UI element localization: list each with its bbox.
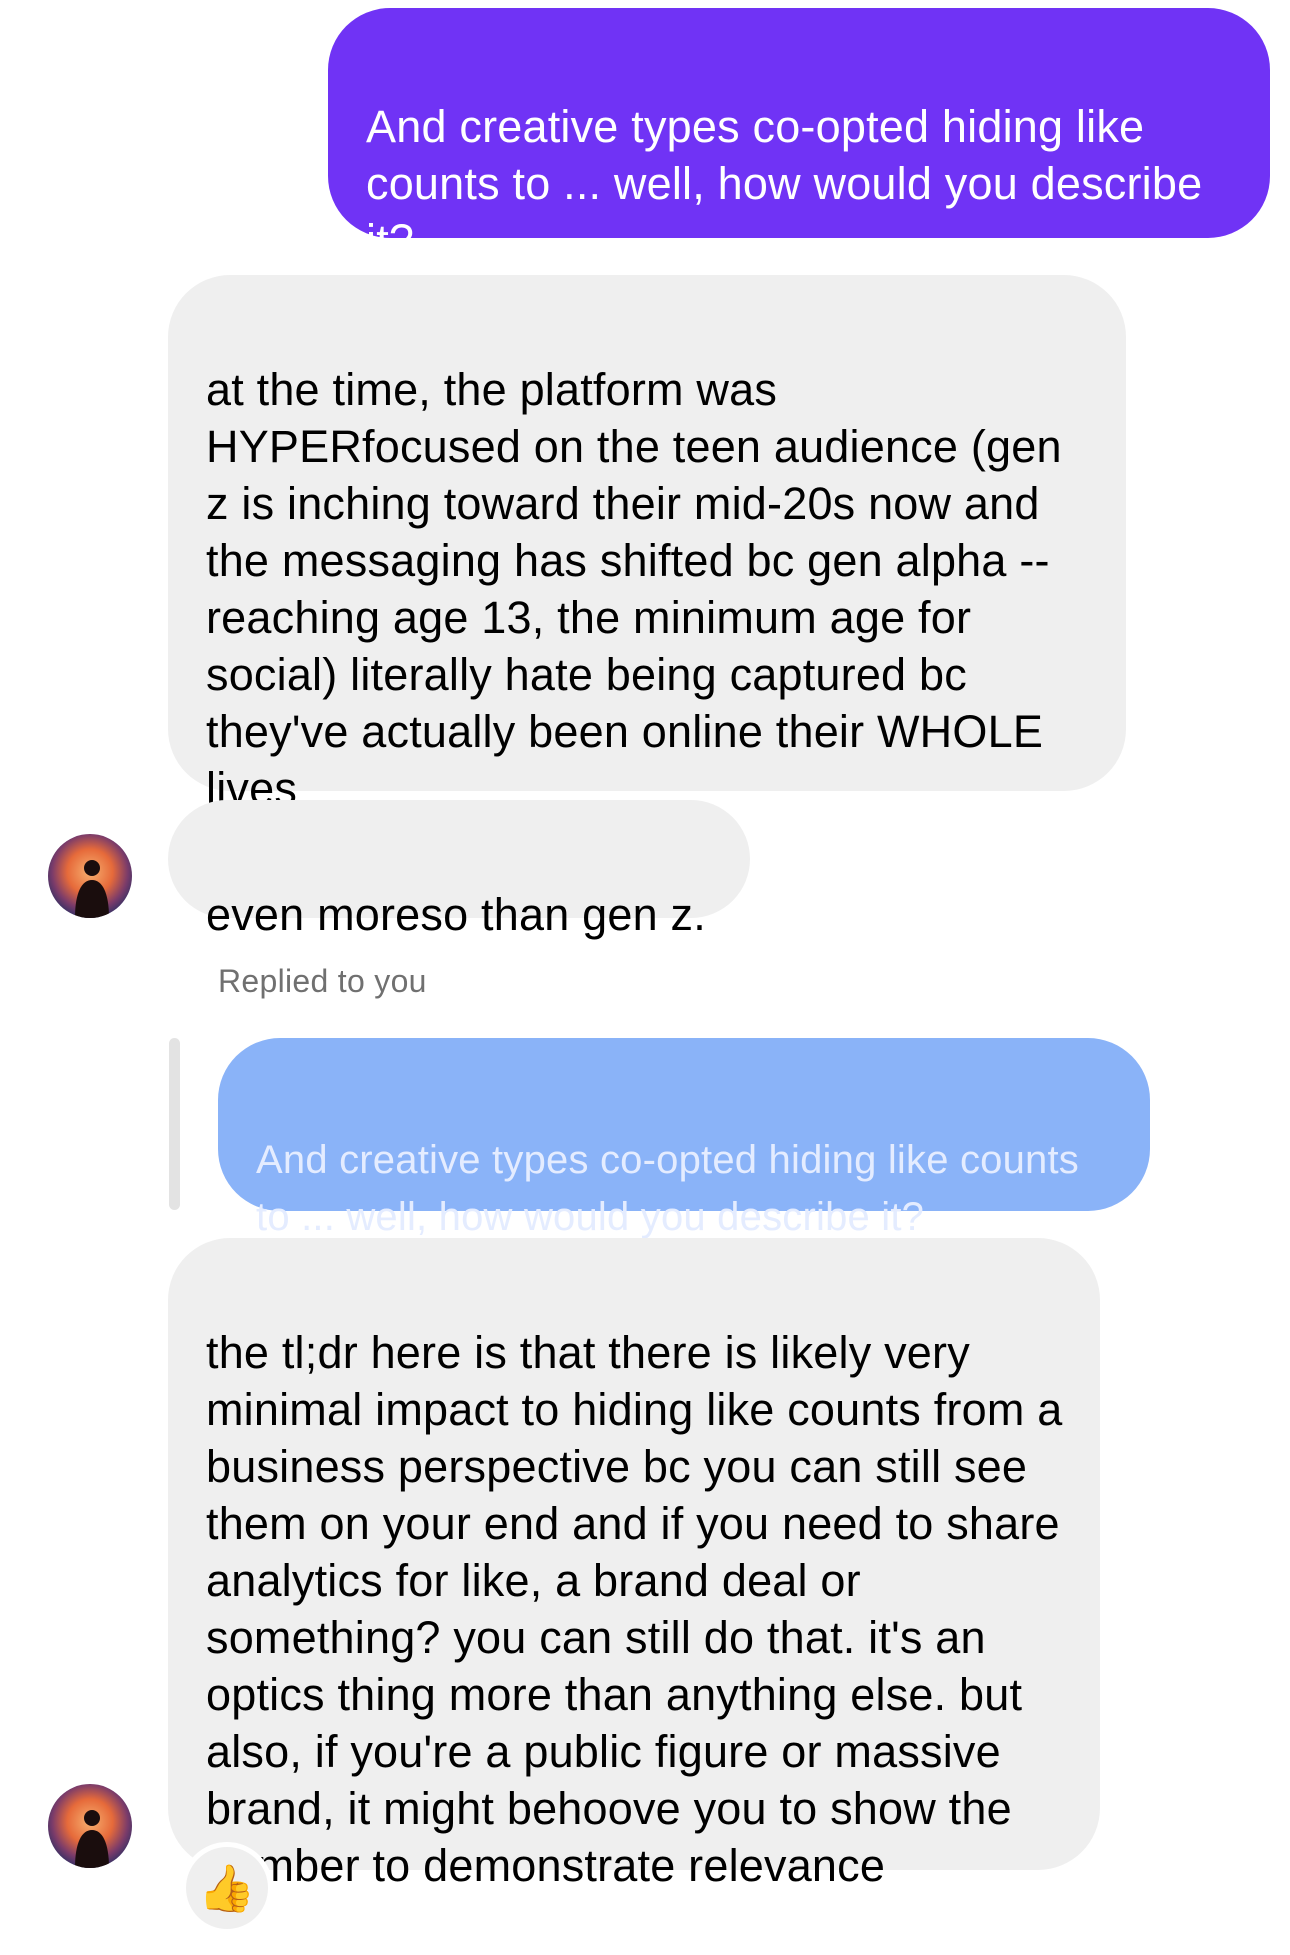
reaction-badge[interactable]: 👍 [181, 1842, 273, 1934]
received-message-bubble[interactable]: the tl;dr here is that there is likely v… [168, 1238, 1100, 1891]
quoted-message-bubble[interactable]: And creative types co-opted hiding like … [218, 1038, 1150, 1239]
quoted-message-text: And creative types co-opted hiding like … [256, 1138, 1080, 1239]
sent-message-bubble[interactable]: And creative types co-opted hiding like … [328, 8, 1270, 266]
reply-indicator-bar [169, 1038, 180, 1210]
received-message-text: the tl;dr here is that there is likely v… [206, 1327, 1063, 1891]
sender-avatar[interactable] [48, 1784, 132, 1868]
user-avatar-icon [48, 1784, 132, 1868]
user-avatar-icon [48, 834, 132, 918]
sender-avatar[interactable] [48, 834, 132, 918]
sent-message-text: And creative types co-opted hiding like … [366, 101, 1203, 266]
received-message-text: at the time, the platform was HYPERfocus… [206, 364, 1062, 814]
received-message-bubble[interactable]: at the time, the platform was HYPERfocus… [168, 275, 1126, 814]
thumbs-up-icon: 👍 [198, 1860, 256, 1915]
replied-to-you-label: Replied to you [218, 963, 427, 999]
received-message-text: even moreso than gen z. [206, 889, 706, 940]
received-message-bubble[interactable]: even moreso than gen z. [168, 800, 750, 940]
